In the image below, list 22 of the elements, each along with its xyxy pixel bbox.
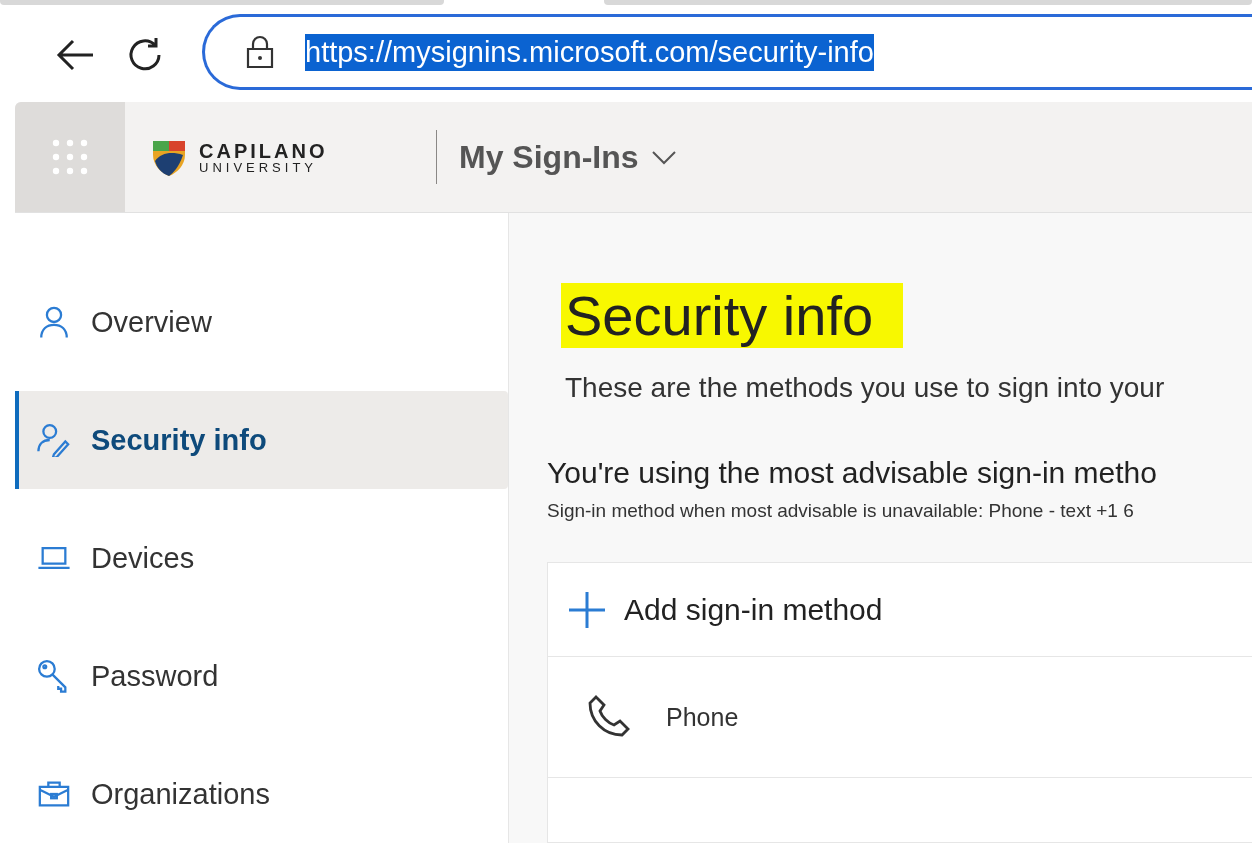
waffle-icon xyxy=(52,139,88,175)
url-text: https://mysignins.microsoft.com/security-info xyxy=(305,33,874,71)
advisable-heading: You're using the most advisable sign-in metho xyxy=(547,456,1158,490)
chevron-down-icon xyxy=(650,149,677,165)
app-title-menu[interactable]: My Sign-Ins xyxy=(459,138,677,176)
lock-icon xyxy=(245,35,275,69)
sidebar-item[interactable]: Security info xyxy=(15,391,508,489)
logo-subtext: UNIVERSITY xyxy=(199,160,318,174)
person-edit-icon xyxy=(37,423,71,457)
method-label: Phone xyxy=(666,702,739,732)
plus-icon xyxy=(568,590,606,629)
page-title: Security info xyxy=(561,283,904,348)
address-bar[interactable]: https://mysignins.microsoft.com/security-info xyxy=(202,14,1252,90)
sidebar-item[interactable]: Password xyxy=(15,627,508,725)
page-description: These are the methods you use to sign into your xyxy=(565,372,1166,404)
sidebar-item[interactable]: Devices xyxy=(15,509,508,607)
fallback-note: Sign-in method when most advisable is unavailable: Phone - text +1 6 xyxy=(547,500,1135,522)
logo-text: CAPILANO xyxy=(199,140,328,161)
sidebar-item[interactable]: Overview xyxy=(15,273,508,371)
person-icon xyxy=(37,305,71,339)
sidebar-item[interactable]: Organizations xyxy=(15,745,508,843)
back-arrow-icon xyxy=(55,39,95,71)
